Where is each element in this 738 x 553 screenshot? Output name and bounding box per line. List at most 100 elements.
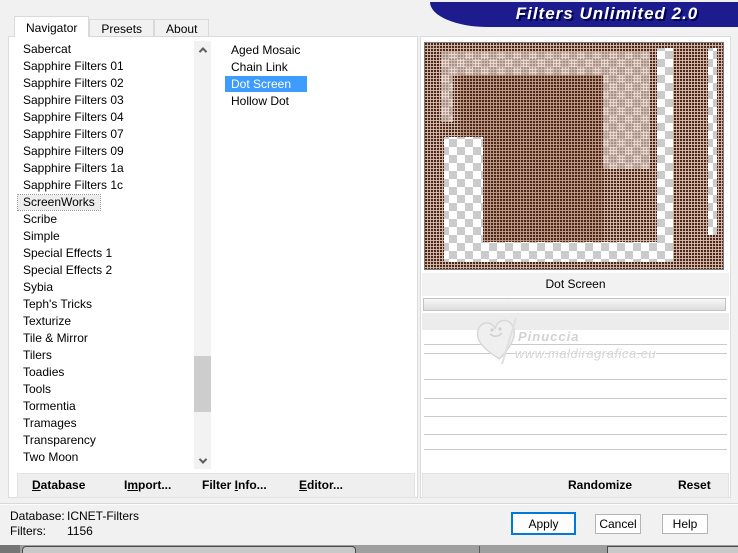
filter-list-item[interactable]: Hollow Dot: [225, 93, 415, 110]
background-window-divider: [479, 546, 480, 553]
category-list-item[interactable]: Sapphire Filters 1a: [15, 160, 193, 177]
filters-unlimited-dialog: Filters Unlimited 2.0 Navigator Presets …: [0, 0, 738, 553]
tab[interactable]: Presets: [89, 19, 155, 37]
preview-semi-band-top: [441, 52, 650, 75]
category-list-item[interactable]: Sapphire Filters 1c: [15, 177, 193, 194]
category-list-item[interactable]: Texturize: [15, 313, 193, 330]
category-label: Sapphire Filters 01: [23, 59, 124, 73]
category-label: Two Moon: [23, 450, 79, 464]
category-list-item[interactable]: Simple: [15, 228, 193, 245]
category-label: Sapphire Filters 07: [23, 127, 124, 141]
tab[interactable]: Navigator: [14, 16, 90, 37]
watermark-name: Pinuccia: [518, 329, 580, 344]
category-list-item[interactable]: Sapphire Filters 09: [15, 143, 193, 160]
category-list-item[interactable]: Teph's Tricks: [15, 296, 193, 313]
editor-button[interactable]: Editor...: [299, 478, 343, 492]
randomize-toolbar: Randomize Reset: [422, 473, 729, 498]
category-list-item[interactable]: ScreenWorks: [15, 194, 193, 211]
category-list-item[interactable]: Sapphire Filters 03: [15, 92, 193, 109]
category-list-item[interactable]: Sapphire Filters 01: [15, 58, 193, 75]
chevron-down-icon: [198, 454, 207, 464]
tab-label: Navigator: [26, 21, 78, 35]
filter-preview-image: [424, 42, 724, 270]
background-window-corner: [0, 545, 20, 553]
category-list-item[interactable]: Toadies: [15, 364, 193, 381]
category-label: Teph's Tricks: [23, 297, 92, 311]
filter-label: Dot Screen: [225, 76, 308, 92]
category-label: Sapphire Filters 02: [23, 76, 124, 90]
category-label: Sybia: [23, 280, 54, 294]
randomize-button[interactable]: Randomize: [568, 478, 632, 492]
bottom-separator: [0, 503, 738, 505]
parameter-groove: [424, 416, 727, 418]
category-label: Sapphire Filters 03: [23, 93, 124, 107]
category-label: Sapphire Filters 1c: [23, 178, 124, 192]
navigator-panel: Sabercat Sapphire Filters 01 Sapphire Fi…: [8, 36, 418, 498]
category-list-item[interactable]: Two Moon: [15, 449, 193, 466]
filter-list-item[interactable]: Aged Mosaic: [225, 42, 415, 59]
scroll-down-button[interactable]: [194, 452, 211, 469]
category-list-item[interactable]: Special Effects 1: [15, 245, 193, 262]
preview-panel: Dot Screen Pinuccia www.maldiragrafica.e…: [420, 36, 731, 498]
category-list-item[interactable]: Tools: [15, 381, 193, 398]
database-status-value: ICNET-Filters: [67, 509, 139, 523]
category-label: Scribe: [23, 212, 58, 226]
category-label: Sapphire Filters 1a: [23, 161, 124, 175]
category-list-item[interactable]: Sybia: [15, 279, 193, 296]
category-list-item[interactable]: Sapphire Filters 04: [15, 109, 193, 126]
category-label: ScreenWorks: [17, 194, 101, 211]
scroll-up-button[interactable]: [194, 41, 211, 58]
preview-transparent-strip-right2: [708, 48, 717, 235]
category-label: Special Effects 2: [23, 263, 113, 277]
filters-count-value: 1156: [67, 524, 93, 538]
category-list-item[interactable]: Sabercat: [15, 41, 193, 58]
category-list-item[interactable]: Tramages: [15, 415, 193, 432]
database-button[interactable]: Database: [32, 478, 85, 492]
category-label: Tile & Mirror: [23, 331, 88, 345]
tab[interactable]: About: [154, 19, 210, 37]
database-toolbar: Database Import... Filter Info... Editor…: [17, 473, 415, 498]
category-list-item[interactable]: Special Effects 2: [15, 262, 193, 279]
filter-info-button[interactable]: Filter Info...: [202, 478, 267, 492]
cancel-button[interactable]: Cancel: [595, 514, 641, 534]
category-list-item[interactable]: Scribe: [15, 211, 193, 228]
category-list-item[interactable]: Sapphire Filters 07: [15, 126, 193, 143]
title-banner: Filters Unlimited 2.0: [430, 2, 738, 27]
scrollbar-thumb[interactable]: [194, 356, 211, 412]
import-button[interactable]: Import...: [124, 478, 171, 492]
parameter-groove: [424, 379, 727, 381]
background-window-frame: [22, 546, 356, 553]
background-window-frame: [607, 546, 738, 553]
tab-label: About: [166, 22, 198, 36]
category-label: Transparency: [23, 433, 96, 447]
parameter-header-band: [422, 313, 729, 330]
preview-semi-block-right: [603, 75, 650, 169]
reset-button[interactable]: Reset: [678, 478, 711, 492]
parameter-groove: [424, 434, 727, 436]
category-list-item[interactable]: Transparency: [15, 432, 193, 449]
category-list-item[interactable]: Sapphire Filters 02: [15, 75, 193, 92]
tab-bar: Navigator Presets About: [14, 16, 210, 37]
status-area: Database: ICNET-Filters Filters: 1156: [10, 509, 139, 539]
filter-list-item[interactable]: Chain Link: [225, 59, 415, 76]
category-label: Sapphire Filters 04: [23, 110, 124, 124]
category-label: Texturize: [23, 314, 72, 328]
filter-list: Aged Mosaic Chain Link Dot Screen Hollow…: [225, 42, 415, 110]
category-label: Sapphire Filters 09: [23, 144, 124, 158]
category-scrollbar[interactable]: [194, 41, 211, 469]
chevron-up-icon: [198, 46, 207, 56]
help-button[interactable]: Help: [662, 514, 708, 534]
database-status-label: Database:: [10, 509, 65, 523]
category-list-item[interactable]: Tormentia: [15, 398, 193, 415]
filter-list-item[interactable]: Dot Screen: [225, 76, 415, 93]
category-list-item[interactable]: Tile & Mirror: [15, 330, 193, 347]
category-label: Toadies: [23, 365, 65, 379]
category-label: Tormentia: [23, 399, 76, 413]
apply-button[interactable]: Apply: [511, 512, 576, 535]
progress-bar: [423, 298, 726, 311]
category-label: Sabercat: [23, 42, 72, 56]
category-list: Sabercat Sapphire Filters 01 Sapphire Fi…: [15, 41, 193, 469]
filter-label: Chain Link: [231, 60, 288, 74]
filter-label: Aged Mosaic: [231, 43, 301, 57]
category-list-item[interactable]: Tilers: [15, 347, 193, 364]
